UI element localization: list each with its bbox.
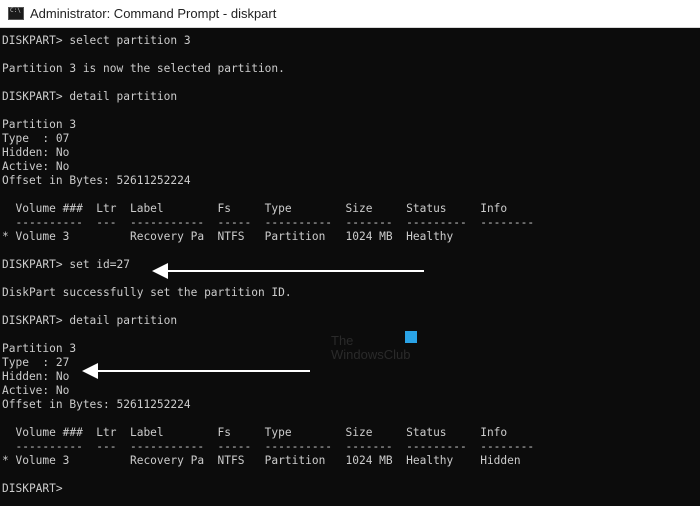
console-output[interactable]: DISKPART> select partition 3 Partition 3 … [2,34,700,496]
console-line: Active: No [2,384,70,397]
console-line: ---------- --- ----------- ----- -------… [2,440,535,453]
console-line: Hidden: No [2,370,70,383]
console-line: Volume ### Ltr Label Fs Type Size Status… [2,426,508,439]
console-line: DISKPART> [2,482,70,495]
console-line: DISKPART> detail partition [2,90,178,103]
console-line: Offset in Bytes: 52611252224 [2,398,191,411]
console-line: Volume ### Ltr Label Fs Type Size Status… [2,202,508,215]
watermark-line2: WindowsClub [331,347,411,362]
console-line: DISKPART> select partition 3 [2,34,191,47]
cmd-icon [8,7,24,20]
console-line: Offset in Bytes: 52611252224 [2,174,191,187]
console-line: DiskPart successfully set the partition … [2,286,292,299]
window-title: Administrator: Command Prompt - diskpart [30,6,277,21]
watermark-line1: The [331,333,354,348]
console-line: * Volume 3 Recovery Pa NTFS Partition 10… [2,230,454,243]
title-bar: Administrator: Command Prompt - diskpart [0,0,700,28]
set-id-arrow [152,263,424,279]
console-line: Active: No [2,160,70,173]
console-line: Partition 3 is now the selected partitio… [2,62,285,75]
console-line: DISKPART> detail partition [2,314,178,327]
console-line: Partition 3 [2,118,77,131]
watermark: The WindowsClub [331,334,410,362]
type-27-arrow [82,363,310,379]
console-line: Hidden: No [2,146,70,159]
console-line: Type : 07 [2,132,70,145]
console-line: * Volume 3 Recovery Pa NTFS Partition 10… [2,454,521,467]
console-line: ---------- --- ----------- ----- -------… [2,216,535,229]
watermark-logo-icon [405,331,417,343]
